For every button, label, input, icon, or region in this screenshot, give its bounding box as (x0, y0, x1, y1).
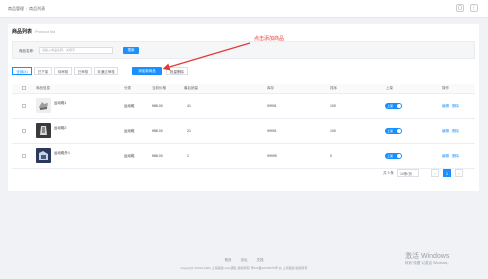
product-sort: 0 (330, 154, 332, 158)
product-stock: 99991 (267, 104, 277, 108)
annotation-text: 点击添加商品 (254, 36, 285, 42)
listed-toggle[interactable]: 上架 (385, 128, 402, 134)
col-category: 分类 (124, 86, 131, 90)
user-menu-icon[interactable]: ⋮ (470, 4, 478, 12)
tab-approved[interactable]: 已审核 (74, 67, 92, 75)
windows-activation-title: 激活 Windows (405, 253, 450, 260)
col-stock: 库存 (267, 86, 274, 90)
table-row: 运动鞋外1 运动鞋 ¥88.00 1 99999 0 上架 编辑 删除 (12, 144, 475, 169)
pagination-total: 共 3 条 (383, 171, 394, 175)
footer-link-docs[interactable]: 文档 (256, 258, 263, 262)
delete-link[interactable]: 删除 (452, 154, 459, 159)
edit-link[interactable]: 编辑 (442, 154, 449, 159)
select-all-checkbox[interactable] (22, 86, 26, 90)
col-sort: 排序 (330, 86, 337, 90)
footer-link-home[interactable]: 首页 (225, 258, 232, 262)
product-name[interactable]: 运动鞋外1 (54, 151, 70, 156)
row-checkbox[interactable] (22, 104, 26, 108)
page-subtitle: Product list (35, 29, 55, 34)
page-title: 商品列表 Product list (12, 29, 55, 35)
product-list-panel: 商品列表 Product list 商品名称: 请输入商品名称、关键字 搜索 全部… (8, 24, 479, 191)
product-sort: 100 (330, 104, 336, 108)
product-sales: 21 (187, 129, 191, 133)
product-thumbnail (36, 123, 51, 138)
page-size-select[interactable]: 10条/页 (397, 169, 419, 177)
product-name[interactable]: 运动鞋2 (54, 126, 66, 131)
product-category: 运动鞋 (124, 104, 135, 108)
top-bar: 商品管理 / 商品列表 ▢ ⋮ (0, 0, 488, 18)
product-stock: 99991 (267, 129, 277, 133)
product-sales: 1 (187, 154, 189, 158)
product-price: ¥88.00 (152, 129, 163, 133)
tab-all[interactable]: 全部(4) (12, 67, 32, 75)
windows-activation-subtitle: 转到"设置"以激活 Windows。 (405, 261, 451, 265)
product-stock: 99999 (267, 154, 277, 158)
product-price: ¥88.00 (152, 104, 163, 108)
page-number-button[interactable]: 1 (443, 169, 451, 177)
product-thumbnail (36, 148, 51, 163)
add-product-button[interactable]: 添加新商品 (132, 67, 162, 75)
product-price: ¥88.00 (152, 154, 163, 158)
batch-delete-button[interactable]: 批量删除 (166, 67, 188, 75)
col-listed: 上架 (386, 86, 393, 90)
breadcrumb-current: 商品列表 (29, 6, 46, 11)
col-sales: 最后销量 (184, 86, 198, 90)
product-sales: 41 (187, 104, 191, 108)
search-button[interactable]: 搜索 (123, 47, 139, 54)
prev-page-button[interactable]: ‹ (431, 169, 439, 177)
product-name[interactable]: 运动鞋1 (54, 101, 66, 106)
edit-link[interactable]: 编辑 (442, 129, 449, 134)
copyright: Copyright ©2014-2021 上海锐捷 shop团队 版权所有 粤I… (180, 266, 308, 270)
col-product-info: 商品信息 (36, 86, 50, 90)
listed-toggle[interactable]: 上架 (385, 103, 402, 109)
breadcrumb-item[interactable]: 商品管理 (8, 6, 24, 11)
listed-toggle[interactable]: 上架 (385, 153, 402, 159)
product-sort: 100 (330, 129, 336, 133)
footer-link-forum[interactable]: 论坛 (241, 258, 248, 262)
fullscreen-icon[interactable]: ▢ (456, 4, 464, 12)
tab-rejected[interactable]: 未通过审核 (94, 67, 118, 75)
search-input[interactable]: 请输入商品名称、关键字 (39, 47, 113, 54)
table-row: 运动鞋1 运动鞋 ¥88.00 41 99991 100 上架 编辑 删除 (12, 94, 475, 119)
product-category: 运动鞋 (124, 129, 135, 133)
search-box: 商品名称: 请输入商品名称、关键字 搜索 (12, 41, 475, 59)
tab-pending[interactable]: 待审核 (54, 67, 72, 75)
edit-link[interactable]: 编辑 (442, 104, 449, 109)
search-label: 商品名称: (19, 49, 34, 53)
row-checkbox[interactable] (22, 154, 26, 158)
product-category: 运动鞋 (124, 154, 135, 158)
table-header: 商品信息 分类 当前价格 最后销量 库存 排序 上架 操作 (12, 84, 475, 94)
breadcrumb: 商品管理 / 商品列表 (8, 6, 46, 11)
col-actions: 操作 (442, 86, 449, 90)
next-page-button[interactable]: › (455, 169, 463, 177)
table-row: 运动鞋2 运动鞋 ¥88.00 21 99991 100 上架 编辑 删除 (12, 119, 475, 144)
row-checkbox[interactable] (22, 129, 26, 133)
product-thumbnail (36, 98, 51, 113)
col-price: 当前价格 (152, 86, 166, 90)
delete-link[interactable]: 删除 (452, 104, 459, 109)
tab-offline[interactable]: 已下架 (34, 67, 52, 75)
delete-link[interactable]: 删除 (452, 129, 459, 134)
